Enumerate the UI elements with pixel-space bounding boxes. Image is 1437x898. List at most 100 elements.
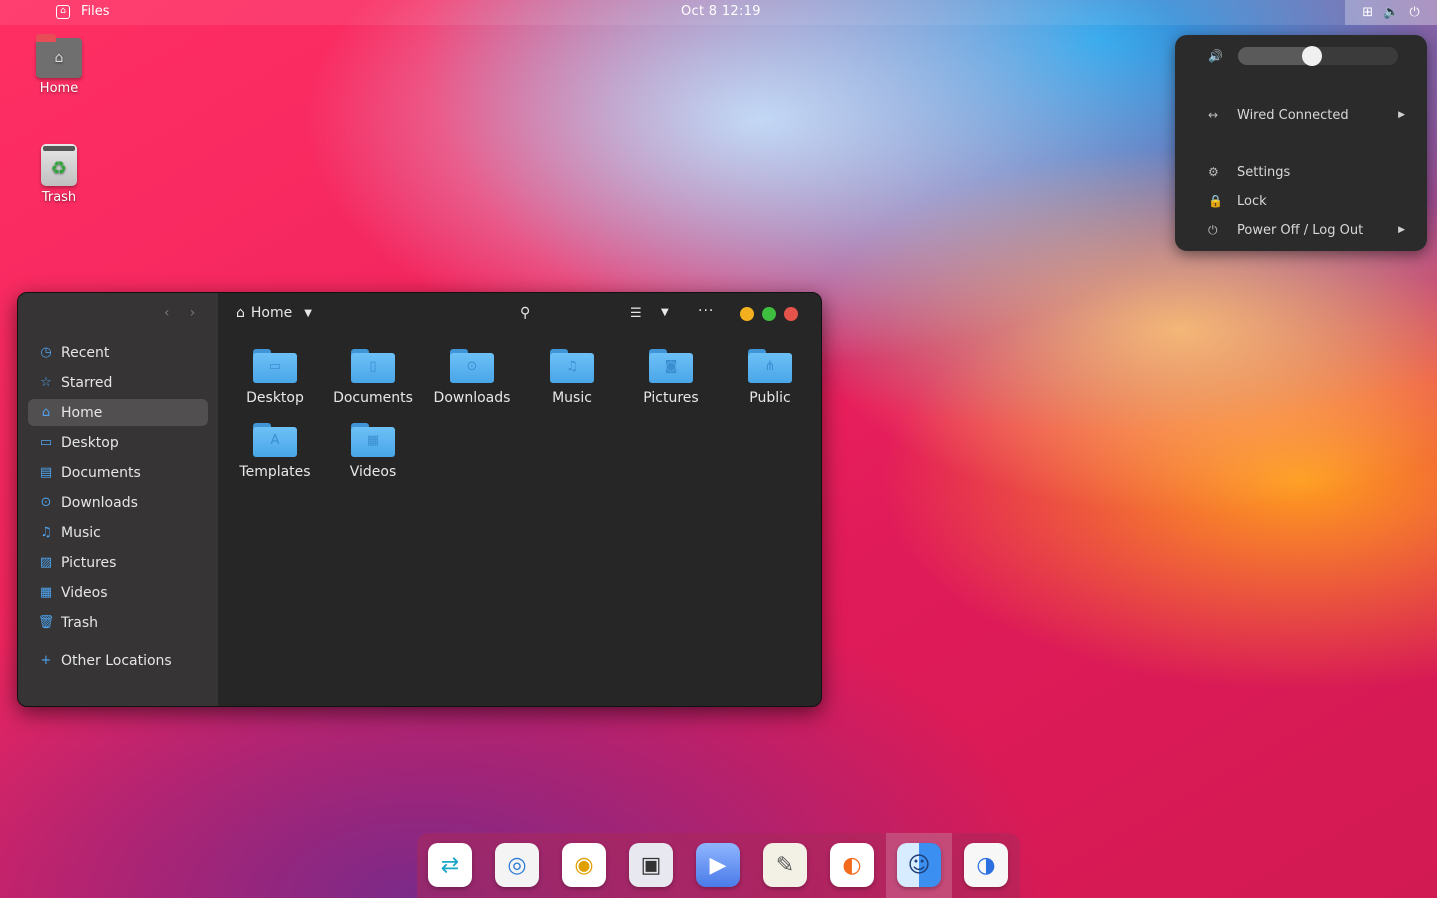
- desktop-icon-trash[interactable]: ♻ Trash: [19, 144, 99, 205]
- system-status-area[interactable]: ⊞ 🔈 ⏻: [1345, 0, 1437, 25]
- sidebar-item-label: Documents: [61, 464, 141, 481]
- close-button[interactable]: [784, 307, 798, 321]
- folder-label: Public: [749, 390, 791, 406]
- active-app-name[interactable]: Files: [81, 4, 110, 19]
- power-icon[interactable]: ⏻: [1409, 5, 1419, 20]
- sidebar-item-other-locations[interactable]: + Other Locations: [28, 647, 208, 674]
- lock-icon: 🔒: [1208, 194, 1223, 208]
- maximize-button[interactable]: [762, 307, 776, 321]
- header-bar: ⌂ Home ▼ ⚲ ☰ ▼ ···: [218, 293, 821, 335]
- network-icon[interactable]: ⊞: [1362, 5, 1373, 20]
- text-editor-icon[interactable]: ✎: [763, 843, 807, 887]
- folder-item-pictures[interactable]: ◙ Pictures: [622, 349, 720, 406]
- files-app-icon[interactable]: ⌂: [56, 5, 70, 19]
- downloads-icon: ⊙: [40, 495, 52, 510]
- music-icon: ♫: [40, 525, 52, 540]
- folder-item-music[interactable]: ♫ Music: [523, 349, 621, 406]
- menu-item-wired[interactable]: ↔ Wired Connected ▶: [1208, 105, 1405, 125]
- trash-icon: 🗑: [37, 615, 55, 630]
- sidebar-item-label: Videos: [61, 584, 108, 601]
- menu-item-label: Power Off / Log Out: [1237, 222, 1364, 238]
- sidebar-item-label: Starred: [61, 374, 113, 391]
- templates-folder-icon: A: [253, 423, 297, 457]
- chevron-right-icon: ▶: [1398, 110, 1405, 120]
- folder-label: Downloads: [433, 390, 511, 406]
- menu-item-power[interactable]: ⏻ Power Off / Log Out ▶: [1208, 220, 1405, 240]
- list-view-button[interactable]: ☰: [630, 306, 642, 321]
- menu-item-settings[interactable]: ⚙ Settings: [1208, 162, 1405, 182]
- home-icon: ⌂: [41, 405, 51, 420]
- downloads-folder-icon: ⊙: [450, 349, 494, 383]
- folder-item-desktop[interactable]: ▭ Desktop: [226, 349, 324, 406]
- folder-item-documents[interactable]: ▯ Documents: [324, 349, 422, 406]
- folder-label: Desktop: [246, 390, 304, 406]
- menu-item-label: Wired Connected: [1237, 107, 1349, 123]
- plus-icon: +: [40, 653, 52, 668]
- screenshot-icon[interactable]: ▣: [629, 843, 673, 887]
- volume-slider-knob[interactable]: [1301, 46, 1322, 66]
- sidebar-item-trash[interactable]: 🗑 Trash: [28, 609, 208, 636]
- desktop-folder-icon: ▭: [253, 349, 297, 383]
- menu-item-lock[interactable]: 🔒 Lock: [1208, 191, 1405, 211]
- folder-item-public[interactable]: ⋔ Public: [721, 349, 819, 406]
- file-view: ⌂ Home ▼ ⚲ ☰ ▼ ··· ▭ Desktop ▯ Documents…: [218, 293, 821, 706]
- music-folder-icon: ♫: [550, 349, 594, 383]
- sidebar-item-music[interactable]: ♫ Music: [28, 519, 208, 546]
- volume-icon[interactable]: 🔈: [1383, 5, 1399, 20]
- sidebar-item-label: Other Locations: [61, 652, 172, 669]
- sidebar-item-recent[interactable]: ◷ Recent: [28, 339, 208, 366]
- documents-icon: ▤: [39, 465, 53, 480]
- breadcrumb-location: Home: [250, 305, 293, 321]
- view-options-dropdown-icon[interactable]: ▼: [661, 307, 669, 318]
- folder-label: Documents: [333, 390, 413, 406]
- video-call-icon[interactable]: ▶: [696, 843, 740, 887]
- desktop-icon-label: Home: [39, 81, 79, 96]
- sidebar-item-pictures[interactable]: ▨ Pictures: [28, 549, 208, 576]
- breadcrumb[interactable]: ⌂ Home ▼: [236, 305, 312, 321]
- files-window: ‹ › ◷ Recent ☆ Starred ⌂ Home ▭ Desktop …: [17, 292, 822, 707]
- home-folder-icon: ⌂: [36, 34, 82, 78]
- volume-icon: 🔊: [1208, 49, 1223, 63]
- chevron-right-icon: ▶: [1398, 225, 1405, 235]
- menu-item-label: Settings: [1237, 164, 1291, 180]
- browser-icon[interactable]: ◎: [495, 843, 539, 887]
- menu-item-label: Lock: [1237, 193, 1267, 209]
- sidebar-item-videos[interactable]: ▦ Videos: [28, 579, 208, 606]
- sidebar-item-starred[interactable]: ☆ Starred: [28, 369, 208, 396]
- trash-icon: ♻: [41, 144, 77, 186]
- sidebar-item-documents[interactable]: ▤ Documents: [28, 459, 208, 486]
- firefox-icon[interactable]: ◐: [830, 843, 874, 887]
- volume-slider-fill: [1238, 47, 1312, 65]
- sidebar-item-home[interactable]: ⌂ Home: [28, 399, 208, 426]
- wired-icon: ↔: [1208, 108, 1219, 122]
- videos-folder-icon: ▦: [351, 423, 395, 457]
- volume-slider[interactable]: [1238, 46, 1398, 66]
- sidebar-item-label: Trash: [61, 614, 98, 631]
- settings-toggle-icon[interactable]: ◑: [964, 843, 1008, 887]
- more-options-button[interactable]: ···: [698, 303, 714, 319]
- top-bar: ⌂ Files Oct 8 12:19 ⊞ 🔈 ⏻: [0, 0, 1437, 25]
- public-folder-icon: ⋔: [748, 349, 792, 383]
- finder-icon[interactable]: ☺: [897, 843, 941, 887]
- back-button[interactable]: ‹: [164, 305, 170, 321]
- sidebar-item-downloads[interactable]: ⊙ Downloads: [28, 489, 208, 516]
- clock[interactable]: Oct 8 12:19: [681, 4, 761, 19]
- folder-item-templates[interactable]: A Templates: [226, 423, 324, 480]
- folder-label: Pictures: [643, 390, 699, 406]
- minimize-button[interactable]: [740, 307, 754, 321]
- pictures-icon: ▨: [39, 555, 53, 570]
- teamviewer-icon[interactable]: ⇄: [428, 843, 472, 887]
- folder-label: Videos: [349, 464, 397, 480]
- sidebar-item-label: Home: [61, 404, 103, 421]
- rhythmbox-icon[interactable]: ◉: [562, 843, 606, 887]
- desktop-icon-home[interactable]: ⌂ Home: [19, 34, 99, 96]
- search-button[interactable]: ⚲: [520, 305, 530, 321]
- power-icon: ⏻: [1208, 222, 1218, 237]
- folder-item-videos[interactable]: ▦ Videos: [324, 423, 422, 480]
- folder-label: Templates: [239, 464, 311, 480]
- star-icon: ☆: [40, 375, 52, 390]
- sidebar-item-desktop[interactable]: ▭ Desktop: [28, 429, 208, 456]
- forward-button[interactable]: ›: [190, 305, 196, 321]
- folder-item-downloads[interactable]: ⊙ Downloads: [423, 349, 521, 406]
- home-icon: ⌂: [236, 305, 245, 321]
